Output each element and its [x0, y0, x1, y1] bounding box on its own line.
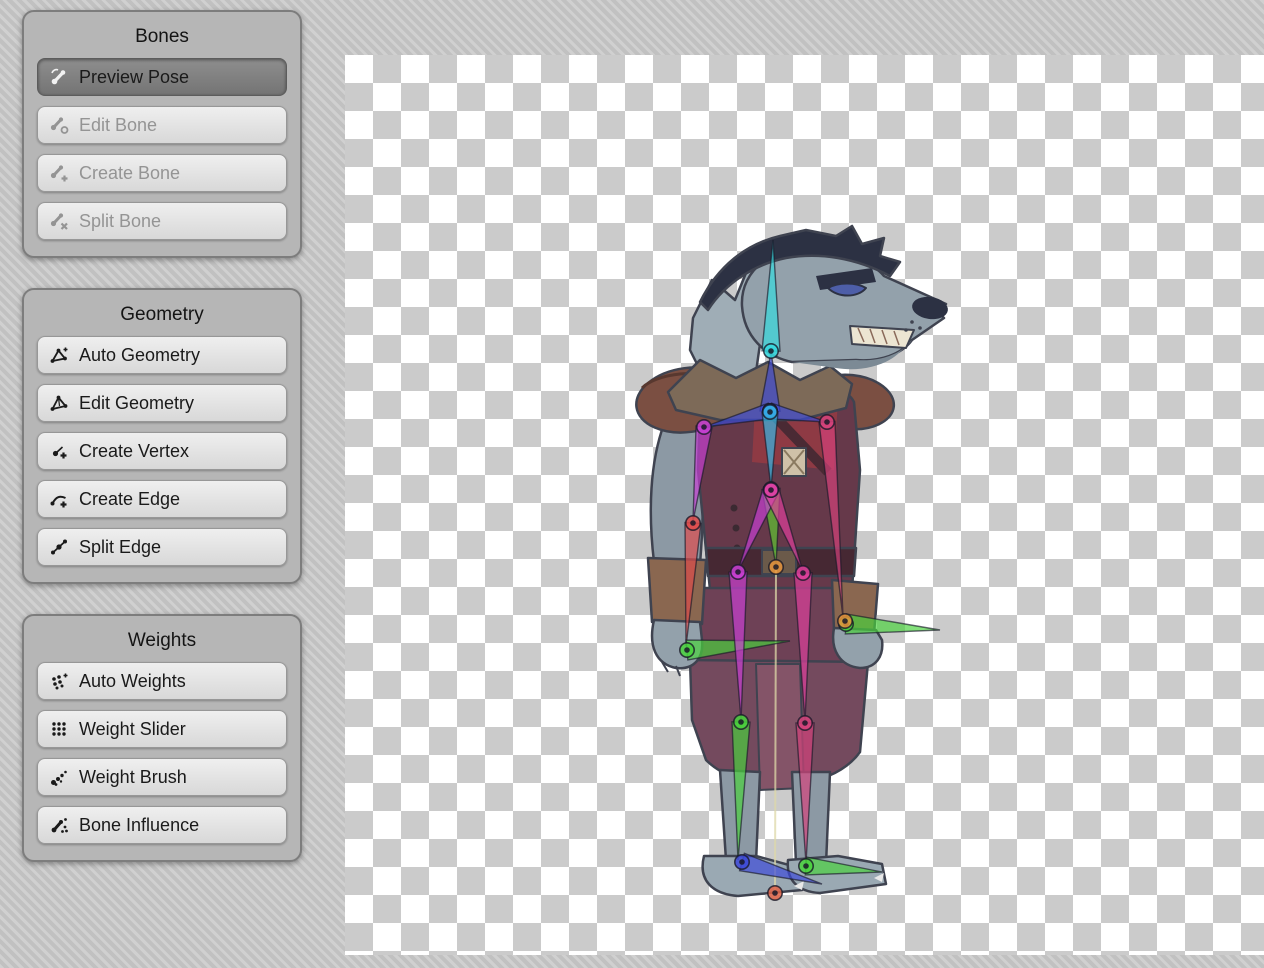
joint-extra-1-center — [842, 618, 848, 624]
create-bone-button[interactable]: Create Bone — [37, 154, 287, 192]
joint-upper-arm-left-center — [701, 424, 707, 430]
joint-hip-right-center — [768, 487, 774, 493]
joint-thigh-left-center — [735, 569, 741, 575]
joint-chest-center — [767, 409, 773, 415]
panel-bones-title: Bones — [37, 26, 287, 48]
joint-upper-arm-right-center — [824, 419, 830, 425]
canvas-svg — [345, 55, 1264, 955]
weight-slider-icon — [48, 718, 70, 740]
edit-bone-icon — [48, 114, 70, 136]
edit-bone-label: Edit Bone — [79, 115, 157, 136]
create-edge-button[interactable]: Create Edge — [37, 480, 287, 518]
joint-hand-left-center — [684, 647, 690, 653]
split-edge-button[interactable]: Split Edge — [37, 528, 287, 566]
create-edge-icon — [48, 488, 70, 510]
weight-brush-button[interactable]: Weight Brush — [37, 758, 287, 796]
panel-geometry: Geometry Auto Geometry Edit Geometry Cre… — [22, 288, 302, 584]
create-bone-icon — [48, 162, 70, 184]
create-vertex-label: Create Vertex — [79, 441, 189, 462]
joint-foot-left-center — [739, 859, 745, 865]
weight-brush-label: Weight Brush — [79, 767, 187, 788]
weight-brush-icon — [48, 766, 70, 788]
bone-influence-label: Bone Influence — [79, 815, 199, 836]
auto-weights-icon — [48, 670, 70, 692]
sprite-canvas[interactable] — [345, 55, 1264, 955]
split-bone-button[interactable]: Split Bone — [37, 202, 287, 240]
weight-slider-button[interactable]: Weight Slider — [37, 710, 287, 748]
bone-influence-button[interactable]: Bone Influence — [37, 806, 287, 844]
auto-geometry-icon — [48, 344, 70, 366]
auto-weights-button[interactable]: Auto Weights — [37, 662, 287, 700]
character-sprite[interactable] — [632, 226, 949, 896]
edit-geometry-label: Edit Geometry — [79, 393, 194, 414]
create-bone-label: Create Bone — [79, 163, 180, 184]
edit-geometry-icon — [48, 392, 70, 414]
joint-forearm-left-center — [690, 520, 696, 526]
joint-shin-right-center — [802, 720, 808, 726]
edit-bone-button[interactable]: Edit Bone — [37, 106, 287, 144]
weight-slider-label: Weight Slider — [79, 719, 186, 740]
preview-pose-icon — [48, 66, 70, 88]
panel-weights-title: Weights — [37, 630, 287, 652]
create-vertex-button[interactable]: Create Vertex — [37, 432, 287, 470]
split-edge-label: Split Edge — [79, 537, 161, 558]
bone-influence-icon — [48, 814, 70, 836]
joint-thigh-right-center — [800, 570, 806, 576]
panel-bones: Bones Preview Pose Edit Bone Create Bone… — [22, 10, 302, 258]
panel-weights: Weights Auto Weights Weight Slider Weigh… — [22, 614, 302, 862]
preview-pose-label: Preview Pose — [79, 67, 189, 88]
joint-extra-2-center — [772, 890, 778, 896]
joint-extra-0-center — [773, 564, 779, 570]
auto-geometry-button[interactable]: Auto Geometry — [37, 336, 287, 374]
auto-geometry-label: Auto Geometry — [79, 345, 200, 366]
split-bone-icon — [48, 210, 70, 232]
joint-foot-right-center — [803, 863, 809, 869]
edit-geometry-button[interactable]: Edit Geometry — [37, 384, 287, 422]
bone-hand-right[interactable] — [845, 614, 940, 634]
joint-head-center — [768, 348, 774, 354]
create-vertex-icon — [48, 440, 70, 462]
panel-geometry-title: Geometry — [37, 304, 287, 326]
create-edge-label: Create Edge — [79, 489, 180, 510]
auto-weights-label: Auto Weights — [79, 671, 186, 692]
bone-link-line — [775, 567, 776, 891]
preview-pose-button[interactable]: Preview Pose — [37, 58, 287, 96]
joint-shin-left-center — [738, 719, 744, 725]
split-edge-icon — [48, 536, 70, 558]
split-bone-label: Split Bone — [79, 211, 161, 232]
